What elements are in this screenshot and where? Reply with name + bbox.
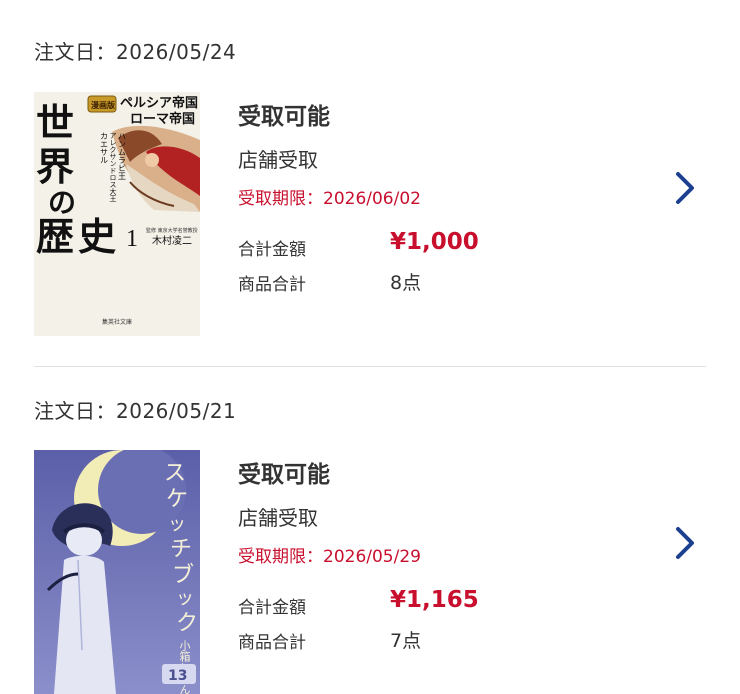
order-date: 注文日：2026/05/24 (34, 40, 237, 64)
order-status: 受取可能 (238, 462, 330, 488)
cover-title-char: 歴 (36, 215, 74, 259)
cover-illustration: ス ケ ッ チ ブ ッ ク 小箱とたん 13 (34, 450, 200, 694)
total-amount-label: 合計金額 (238, 240, 306, 260)
pickup-method: 店舗受取 (238, 148, 318, 172)
cover-author: 木村凌二 (152, 234, 192, 247)
order-status: 受取可能 (238, 104, 330, 130)
order-card[interactable]: 注文日：2026/05/24 ペルシア帝国と ローマ帝国 漫画版 世 界 の 歴… (0, 0, 740, 366)
cover-volume: 13 (168, 668, 187, 684)
cover-publisher: 集英社文庫 (102, 318, 132, 326)
cover-subtitle-line-1: ペルシア帝国と (120, 95, 200, 110)
cover-title-char: 界 (36, 145, 74, 189)
chevron-right-icon[interactable] (672, 525, 698, 561)
cover-badge: 漫画版 (91, 100, 115, 110)
book-cover-image: ペルシア帝国と ローマ帝国 漫画版 世 界 の 歴 史 1 ハンムラビ王 アレク… (34, 92, 200, 336)
total-amount-label: 合計金額 (238, 598, 306, 618)
order-card[interactable]: 注文日：2026/05/21 ス ケ ッ チ ブ ッ ク 13 受取可能 店舗受… (0, 367, 740, 694)
total-amount-value: ¥1,000 (390, 229, 479, 255)
cover-side-line: アレクサンドロス大王 (109, 132, 117, 202)
chevron-right-icon[interactable] (672, 170, 698, 206)
cover-title-char: 世 (36, 101, 74, 145)
cover-illustration: ペルシア帝国と ローマ帝国 漫画版 世 界 の 歴 史 1 ハンムラビ王 アレク… (34, 92, 200, 336)
cover-title-char: チ (170, 536, 192, 561)
item-count-label: 商品合計 (238, 633, 306, 653)
cover-title-char: ス (164, 460, 186, 485)
pickup-deadline: 受取期限：2026/05/29 (238, 547, 421, 567)
cover-title-char: 史 (78, 215, 116, 259)
item-count-label: 商品合計 (238, 275, 306, 295)
cover-side-line: ハンムラビ王 (118, 132, 127, 180)
cover-side-line: カエサル (100, 132, 109, 164)
cover-title-char: ブ (172, 562, 194, 587)
order-date: 注文日：2026/05/21 (34, 399, 237, 423)
pickup-method: 店舗受取 (238, 506, 318, 530)
pickup-deadline: 受取期限：2026/06/02 (238, 189, 421, 209)
book-cover-image: ス ケ ッ チ ブ ッ ク 小箱とたん 13 (34, 450, 200, 694)
cover-subtitle-line-2: ローマ帝国 (130, 111, 195, 126)
item-count-value: 7点 (390, 630, 422, 652)
cover-volume: 1 (126, 226, 138, 252)
item-count-value: 8点 (390, 272, 422, 294)
cover-supervisor: 監修 東京大学名誉教授 (146, 227, 198, 234)
cover-title-char: ッ (176, 588, 194, 608)
cover-title-char: ク (176, 610, 198, 635)
cover-title-char: ッ (168, 514, 186, 534)
total-amount-value: ¥1,165 (390, 587, 479, 613)
cover-title-char: ケ (166, 486, 188, 511)
